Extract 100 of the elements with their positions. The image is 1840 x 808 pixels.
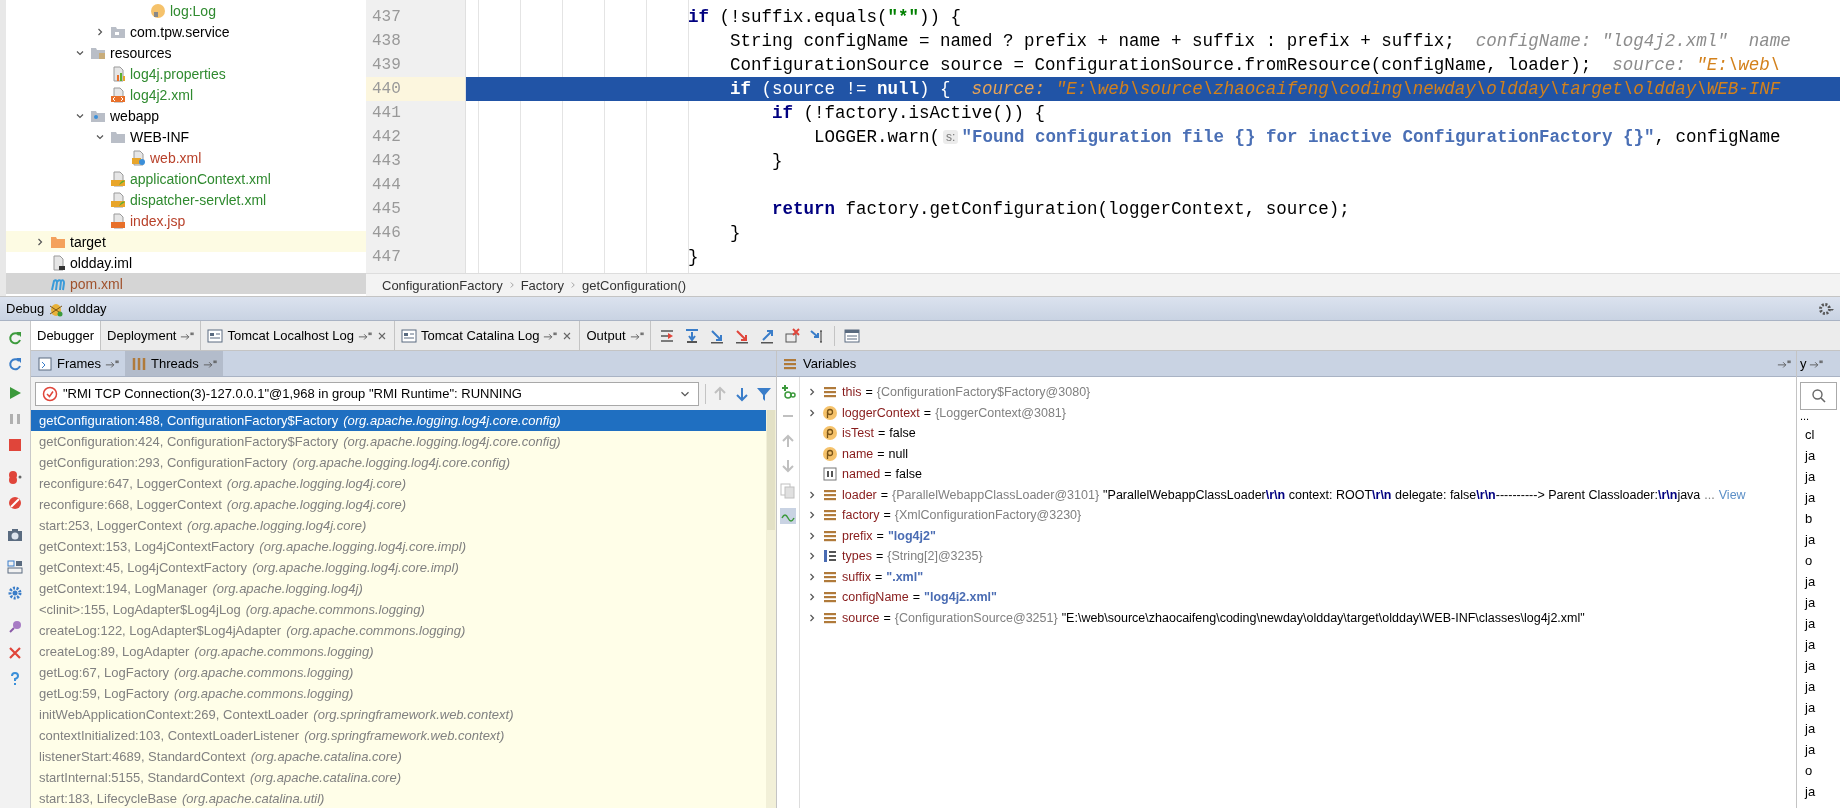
- evaluate-icon[interactable]: [843, 327, 860, 344]
- stack-frame[interactable]: <clinit>:155, LogAdapter$Log4jLog (org.apache.commons.logging): [31, 599, 766, 620]
- layout-icon[interactable]: [7, 559, 23, 575]
- tree-item[interactable]: applicationContext.xml: [6, 168, 366, 189]
- tree-item[interactable]: target: [6, 231, 366, 252]
- stack-frame[interactable]: getConfiguration:293, ConfigurationFactory (org.apache.logging.log4j.core.config): [31, 452, 766, 473]
- tree-item[interactable]: log4j.properties: [6, 63, 366, 84]
- close-icon[interactable]: [7, 645, 23, 661]
- panel-tab[interactable]: Frames: [31, 351, 126, 376]
- tree-item[interactable]: webapp: [6, 105, 366, 126]
- list-item[interactable]: ja: [1797, 634, 1840, 655]
- breadcrumb-item[interactable]: ConfigurationFactory: [382, 277, 503, 293]
- stack-frame[interactable]: reconfigure:668, LoggerContext (org.apache.logging.log4j.core): [31, 494, 766, 515]
- stack-frame[interactable]: start:253, LoggerContext (org.apache.logging.log4j.core): [31, 515, 766, 536]
- list-item[interactable]: ja: [1797, 781, 1840, 802]
- drop-frame-icon[interactable]: [783, 327, 800, 344]
- variable-row[interactable]: named = false: [800, 464, 1796, 485]
- resume-icon[interactable]: [7, 385, 23, 401]
- search-field[interactable]: [1800, 382, 1837, 410]
- tree-item[interactable]: index.jsp: [6, 210, 366, 231]
- camera-icon[interactable]: [7, 527, 23, 543]
- step-out-icon[interactable]: [758, 327, 775, 344]
- list-item[interactable]: ja: [1797, 676, 1840, 697]
- variable-row[interactable]: types = {String[2]@3235}: [800, 546, 1796, 567]
- tab[interactable]: Debugger: [31, 321, 102, 350]
- stack-frame[interactable]: getConfiguration:488, ConfigurationFactory$Factory (org.apache.logging.log4j.core.config): [31, 410, 766, 431]
- stack-frame[interactable]: reconfigure:647, LoggerContext (org.apache.logging.log4j.core): [31, 473, 766, 494]
- list-item[interactable]: ja: [1797, 655, 1840, 676]
- list-item[interactable]: ja: [1797, 613, 1840, 634]
- stack-frame[interactable]: getLog:67, LogFactory (org.apache.commons.logging): [31, 662, 766, 683]
- tree-item[interactable]: resources: [6, 42, 366, 63]
- tab[interactable]: Tomcat Catalina Log: [394, 321, 581, 350]
- stack-frame[interactable]: listenerStart:4689, StandardContext (org.apache.catalina.core): [31, 746, 766, 767]
- pin-icon[interactable]: [7, 619, 23, 635]
- variable-row[interactable]: name = null: [800, 443, 1796, 464]
- refresh-icon[interactable]: [7, 356, 23, 372]
- variable-row[interactable]: loggerContext = {LoggerContext@3081}: [800, 402, 1796, 423]
- more-button[interactable]: ...: [1797, 412, 1840, 424]
- stack-frame[interactable]: getContext:45, Log4jContextFactory (org.apache.logging.log4j.core.impl): [31, 557, 766, 578]
- list-item[interactable]: ja: [1797, 592, 1840, 613]
- stack-frame[interactable]: getLog:59, LogFactory (org.apache.commons.logging): [31, 683, 766, 704]
- tree-item[interactable]: pom.xml: [6, 273, 366, 294]
- filter-icon[interactable]: [756, 385, 772, 402]
- stack-frame[interactable]: getContext:153, Log4jContextFactory (org.apache.logging.log4j.core.impl): [31, 536, 766, 557]
- stack-frame[interactable]: initWebApplicationContext:269, ContextLoader (org.springframework.web.context): [31, 704, 766, 725]
- list-item[interactable]: ja: [1797, 571, 1840, 592]
- show-execution-point-icon[interactable]: [658, 327, 675, 344]
- stack-frame[interactable]: contextInitialized:103, ContextLoaderListener (org.springframework.web.context): [31, 725, 766, 746]
- list-item[interactable]: ja: [1797, 718, 1840, 739]
- stop-icon[interactable]: [7, 437, 23, 453]
- settings-icon[interactable]: [1818, 300, 1834, 317]
- down-icon[interactable]: [734, 385, 750, 402]
- tree-item[interactable]: log4j2.xml: [6, 84, 366, 105]
- tree-item[interactable]: oldday.iml: [6, 252, 366, 273]
- mute-breakpoints-icon[interactable]: [7, 495, 23, 511]
- step-into-icon[interactable]: [708, 327, 725, 344]
- tree-item[interactable]: WEB-INF: [6, 126, 366, 147]
- panel-tab[interactable]: Threads: [125, 351, 223, 376]
- tree-item[interactable]: log:Log: [6, 0, 366, 21]
- breakpoints-icon[interactable]: [7, 469, 23, 485]
- settings-icon[interactable]: [7, 585, 23, 601]
- variable-row[interactable]: configName = "log4j2.xml": [800, 587, 1796, 608]
- tab[interactable]: Deployment: [101, 321, 202, 350]
- list-item[interactable]: ja: [1797, 445, 1840, 466]
- tree-item[interactable]: com.tpw.service: [6, 21, 366, 42]
- stack-frame[interactable]: getConfiguration:424, ConfigurationFactory$Factory (org.apache.logging.log4j.core.config): [31, 431, 766, 452]
- variable-row[interactable]: isTest = false: [800, 423, 1796, 444]
- force-step-into-icon[interactable]: [733, 327, 750, 344]
- variable-row[interactable]: factory = {XmlConfigurationFactory@3230}: [800, 505, 1796, 526]
- variable-row[interactable]: this = {ConfigurationFactory$Factory@3080}: [800, 382, 1796, 403]
- stack-frame[interactable]: createLog:89, LogAdapter (org.apache.commons.logging): [31, 641, 766, 662]
- tree-item[interactable]: dispatcher-servlet.xml: [6, 189, 366, 210]
- stack-frame[interactable]: createLog:122, LogAdapter$Log4jAdapter (org.apache.commons.logging): [31, 620, 766, 641]
- breadcrumb-item[interactable]: getConfiguration(): [582, 277, 687, 293]
- list-item[interactable]: o: [1797, 760, 1840, 781]
- list-item[interactable]: o: [1797, 550, 1840, 571]
- list-item[interactable]: ja: [1797, 487, 1840, 508]
- stack-frame[interactable]: startInternal:5155, StandardContext (org.apache.catalina.core): [31, 767, 766, 788]
- list-item[interactable]: ja: [1797, 739, 1840, 760]
- step-over-icon[interactable]: [683, 327, 700, 344]
- variable-row[interactable]: prefix = "log4j2": [800, 525, 1796, 546]
- list-item[interactable]: b: [1797, 508, 1840, 529]
- tab[interactable]: Output: [580, 321, 651, 350]
- add-watch-icon[interactable]: [780, 383, 796, 399]
- list-item[interactable]: ja: [1797, 466, 1840, 487]
- view-link[interactable]: View: [1718, 487, 1746, 502]
- thread-dropdown[interactable]: "RMI TCP Connection(3)-127.0.0.1"@1,968 in group "RMI Runtime": RUNNING: [35, 381, 699, 406]
- breadcrumb-item[interactable]: Factory: [520, 277, 564, 293]
- stack-frame[interactable]: start:183, LifecycleBase (org.apache.catalina.util): [31, 788, 766, 808]
- variable-row[interactable]: loader = {ParallelWebappClassLoader@3101} "ParallelWebappClassLoader\r\n context: ROOT\r\n delegate: false\r\n----------> Parent Classloader:\r\njava ... View: [800, 484, 1796, 505]
- tab[interactable]: Tomcat Localhost Log: [201, 321, 395, 350]
- stack-frame[interactable]: getContext:194, LogManager (org.apache.logging.log4j): [31, 578, 766, 599]
- list-item[interactable]: ja: [1797, 529, 1840, 550]
- rerun-icon[interactable]: [7, 330, 23, 346]
- list-item[interactable]: ja: [1797, 697, 1840, 718]
- tree-item[interactable]: web.xml: [6, 147, 366, 168]
- list-item[interactable]: cl: [1797, 424, 1840, 445]
- scrollbar-thumb[interactable]: [767, 410, 775, 530]
- run-to-cursor-icon[interactable]: [808, 327, 825, 344]
- pause-icon[interactable]: [7, 411, 23, 427]
